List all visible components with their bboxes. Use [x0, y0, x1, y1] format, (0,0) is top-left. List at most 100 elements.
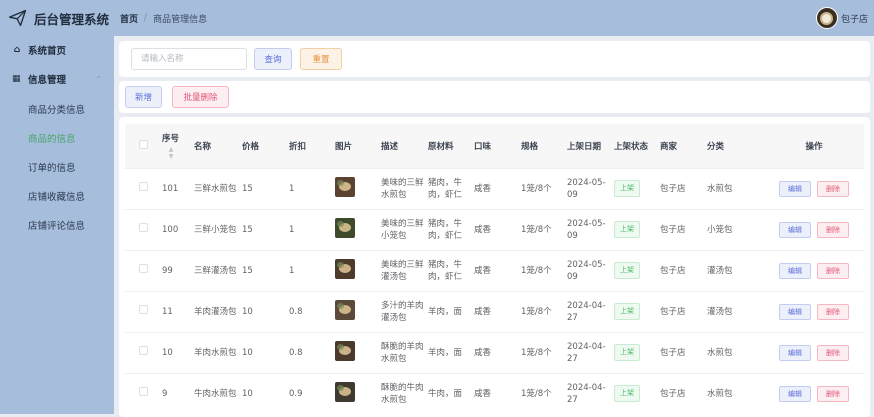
cell-flavor: 咸香	[474, 306, 492, 317]
cell-desc: 美味的三鲜小笼包	[381, 218, 424, 241]
search-card: 查询 重置	[119, 41, 870, 77]
cell-date: 2024-05-09	[567, 259, 606, 282]
sidebar-item-favorites[interactable]: 店铺收藏信息	[0, 181, 114, 210]
cell-flavor: 咸香	[474, 224, 492, 235]
delete-button[interactable]: 删除	[817, 344, 849, 361]
sort-icon[interactable]: ▲ ▼	[162, 146, 180, 160]
edit-button[interactable]: 编辑	[779, 344, 811, 361]
query-button[interactable]: 查询	[254, 48, 292, 70]
cell-price: 10	[242, 388, 253, 399]
reset-button[interactable]: 重置	[300, 48, 342, 70]
col-header-image: 图片	[335, 141, 353, 152]
delete-button[interactable]: 删除	[817, 385, 849, 402]
delete-button[interactable]: 删除	[817, 303, 849, 320]
goods-table: 序号 ▲ ▼ 名称 价格 折扣 图片 描述 原材料 口味 规格 上架日期 上架状态 …	[125, 124, 864, 414]
row-checkbox-cell[interactable]	[125, 168, 158, 209]
logo: 后台管理系统	[0, 8, 112, 28]
cell-image	[331, 332, 377, 373]
row-checkbox[interactable]	[139, 305, 148, 314]
col-header-actions: 操作	[805, 141, 823, 152]
product-thumbnail[interactable]	[335, 381, 355, 402]
row-checkbox-cell[interactable]	[125, 250, 158, 291]
grid-icon: ▦	[12, 74, 21, 84]
product-thumbnail[interactable]	[335, 340, 355, 361]
cell-desc: 酥脆的牛肉水煎包	[381, 382, 424, 405]
cell-status: 上架	[610, 209, 656, 250]
row-checkbox-cell[interactable]	[125, 373, 158, 414]
delete-button[interactable]: 删除	[817, 180, 849, 197]
product-thumbnail[interactable]	[335, 217, 355, 238]
sidebar-item-category[interactable]: 商品分类信息	[0, 94, 114, 123]
status-badge: 上架	[614, 303, 640, 320]
select-all-checkbox[interactable]	[139, 139, 148, 149]
row-checkbox[interactable]	[139, 223, 148, 232]
user-name[interactable]: 包子店	[841, 12, 868, 25]
breadcrumb-current: 商品管理信息	[153, 14, 208, 25]
cell-price: 15	[242, 265, 253, 276]
sidebar-item-goods[interactable]: 商品的信息	[0, 123, 114, 152]
breadcrumb: 首页 / 商品管理信息	[120, 12, 207, 25]
top-bar: 后台管理系统 首页 / 商品管理信息 包子店	[0, 0, 874, 36]
row-checkbox[interactable]	[139, 264, 148, 273]
row-checkbox[interactable]	[139, 182, 148, 191]
sidebar-item-comments[interactable]: 店铺评论信息	[0, 210, 114, 239]
cell-date: 2024-04-27	[567, 300, 606, 323]
breadcrumb-home[interactable]: 首页	[120, 12, 138, 25]
table-row: 100 三鲜小笼包 15 1 美味的三鲜小笼包 猪肉，牛肉，虾仁 咸香 1笼/8个 2024-0…	[125, 209, 864, 250]
cell-discount: 1	[289, 224, 295, 235]
avatar[interactable]	[815, 7, 838, 29]
table-row: 99 三鲜灌汤包 15 1 美味的三鲜灌汤包 猪肉，牛肉，虾仁 咸香 1笼/8个 2024-05…	[125, 250, 864, 291]
user-menu[interactable]: 包子店	[815, 7, 868, 29]
cell-discount: 1	[289, 265, 295, 276]
sidebar-item-label: 商品分类信息	[28, 104, 86, 116]
select-all-checkbox-cell[interactable]	[125, 124, 158, 168]
cell-date: 2024-05-09	[567, 177, 606, 200]
edit-button[interactable]: 编辑	[779, 303, 811, 320]
sidebar-item-label: 订单的信息	[28, 162, 76, 174]
row-checkbox[interactable]	[139, 387, 148, 397]
cell-name: 羊肉水煎包	[194, 347, 237, 358]
sidebar-item-home[interactable]: ⌂ 系统首页	[0, 36, 114, 64]
product-thumbnail[interactable]	[335, 258, 355, 279]
sidebar-group-info[interactable]: ▦ 信息管理 ⌃	[0, 64, 114, 94]
row-checkbox-cell[interactable]	[125, 332, 158, 373]
add-button[interactable]: 新增	[125, 86, 162, 108]
cell-price: 10	[242, 306, 253, 317]
cell-image	[331, 168, 377, 209]
table-row: 101 三鲜水煎包 15 1 美味的三鲜水煎包 猪肉，牛肉，虾仁 咸香 1笼/8个 2024-0…	[125, 168, 864, 209]
cell-status: 上架	[610, 373, 656, 414]
cell-spec: 1笼/8个	[521, 224, 552, 235]
chevron-up-icon: ⌃	[95, 74, 102, 84]
edit-button[interactable]: 编辑	[779, 221, 811, 238]
cell-shop: 包子店	[660, 388, 686, 399]
status-badge: 上架	[614, 180, 640, 197]
search-input[interactable]	[131, 48, 247, 70]
app-title: 后台管理系统	[34, 11, 110, 27]
col-header-date: 上架日期	[567, 141, 602, 152]
status-badge: 上架	[614, 385, 640, 403]
table-row: 11 羊肉灌汤包 10 0.8 多汁的羊肉灌汤包 羊肉，面 咸香 1笼/8个 2024-04-2…	[125, 291, 864, 332]
delete-button[interactable]: 删除	[817, 221, 849, 238]
product-thumbnail[interactable]	[335, 299, 355, 320]
cell-image	[331, 209, 377, 250]
cell-status: 上架	[610, 332, 656, 373]
cell-category: 灌汤包	[707, 306, 733, 317]
cell-ingredients: 羊肉，面	[428, 347, 463, 358]
sidebar-item-orders[interactable]: 订单的信息	[0, 152, 114, 181]
table-row: 9 牛肉水煎包 10 0.9 酥脆的牛肉水煎包 牛肉，面 咸香 1笼/8个 2024-04-27…	[125, 373, 864, 414]
sidebar-item-label: 系统首页	[28, 46, 67, 57]
row-checkbox-cell[interactable]	[125, 291, 158, 332]
row-checkbox[interactable]	[139, 346, 148, 355]
edit-button[interactable]: 编辑	[779, 262, 811, 279]
row-checkbox-cell[interactable]	[125, 209, 158, 250]
edit-button[interactable]: 编辑	[779, 180, 811, 197]
cell-status: 上架	[610, 291, 656, 332]
product-thumbnail[interactable]	[335, 176, 355, 197]
bulk-delete-button[interactable]: 批量删除	[172, 86, 229, 108]
toolbar-card: 新增 批量删除	[119, 81, 870, 113]
delete-button[interactable]: 删除	[817, 262, 849, 279]
edit-button[interactable]: 编辑	[779, 385, 811, 402]
col-header-id[interactable]: 序号 ▲ ▼	[158, 124, 190, 168]
cell-ingredients: 牛肉，面	[428, 388, 463, 399]
cell-actions: 编辑 删除	[764, 373, 864, 414]
